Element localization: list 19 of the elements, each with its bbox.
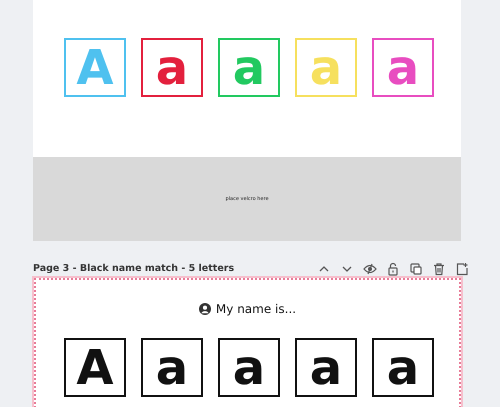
duplicate-icon[interactable] — [409, 262, 423, 276]
letter-tile: a — [295, 338, 357, 397]
letter-tile: A — [64, 38, 126, 97]
page-title: Page 3 - Black name match - 5 letters — [33, 263, 234, 274]
letter-tile: a — [141, 338, 203, 397]
page-card[interactable]: My name is... A a a a a — [34, 278, 461, 407]
letter-tile: A — [64, 338, 126, 397]
lock-icon[interactable] — [386, 262, 400, 276]
letter-tile: a — [141, 38, 203, 97]
hide-icon[interactable] — [363, 262, 377, 276]
name-heading: My name is... — [216, 302, 296, 316]
letter-tile: a — [372, 38, 434, 97]
delete-icon[interactable] — [432, 262, 446, 276]
user-icon — [198, 303, 211, 315]
letter-tile: a — [218, 38, 280, 97]
add-page-icon[interactable] — [455, 262, 469, 276]
letter-tile: a — [295, 38, 357, 97]
letter-tile: a — [372, 338, 434, 397]
letter-tile: a — [218, 338, 280, 397]
